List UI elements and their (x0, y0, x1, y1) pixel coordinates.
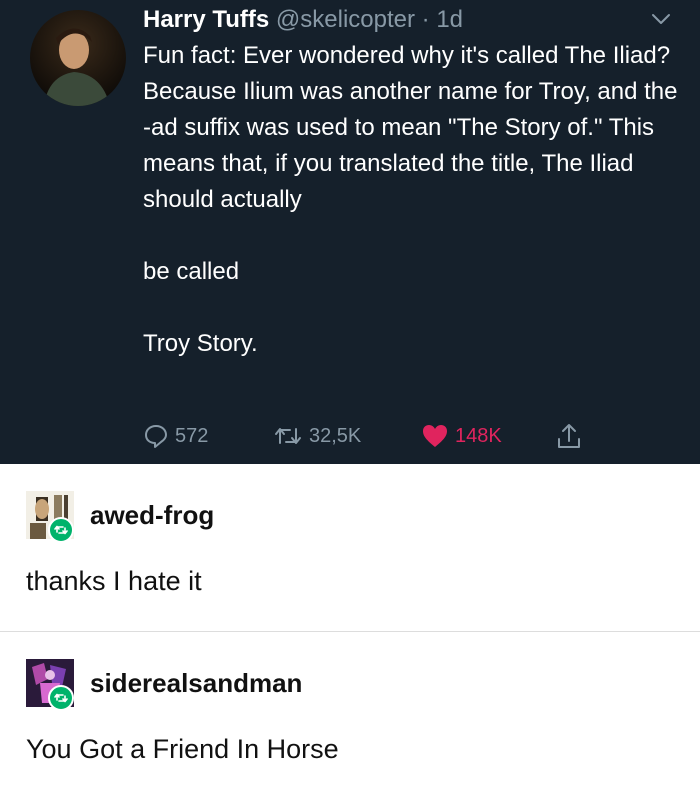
heart-icon (423, 425, 447, 447)
time-separator: · (415, 6, 437, 33)
share-button[interactable] (555, 418, 583, 454)
tweet-paragraph: Troy Story. (143, 330, 258, 357)
retweet-icon (275, 428, 301, 444)
post-text: You Got a Friend In Horse (26, 734, 339, 764)
tweet-timestamp[interactable]: 1d (436, 6, 463, 33)
tweet-paragraph: Fun fact: Ever wondered why it's called … (143, 42, 678, 213)
retweet-count: 32,5K (309, 424, 362, 447)
tweet-text: Fun fact: Ever wondered why it's called … (143, 38, 683, 362)
chevron-down-icon[interactable] (649, 10, 673, 28)
tweet-header: Harry Tuffs @skelicopter · 1d (143, 4, 463, 36)
tweet-card: Harry Tuffs @skelicopter · 1d Fun fact: … (0, 0, 700, 464)
reply-count: 572 (175, 424, 209, 447)
purple-avatar-icon[interactable] (26, 659, 74, 711)
author-handle[interactable]: @skelicopter (276, 6, 415, 33)
author-name[interactable]: Harry Tuffs (143, 6, 269, 33)
like-button[interactable]: 148K (421, 418, 502, 454)
share-icon (558, 424, 580, 448)
reply-icon (145, 425, 167, 448)
post-username[interactable]: siderealsandman (90, 668, 302, 698)
frog-avatar-icon[interactable] (26, 491, 74, 543)
retweet-button[interactable]: 32,5K (273, 418, 361, 454)
tweet-paragraph: be called (143, 258, 240, 285)
reblog-post: awed-frog thanks I hate it (0, 464, 700, 632)
tweet-actions: 572 32,5K 148K (143, 418, 683, 454)
reblog-icon (48, 517, 74, 543)
reply-button[interactable]: 572 (143, 418, 208, 454)
profile-avatar[interactable] (30, 10, 126, 106)
reblog-post: siderealsandman You Got a Friend In Hors… (0, 632, 700, 799)
post-username[interactable]: awed-frog (90, 500, 214, 530)
reblog-icon (48, 685, 74, 711)
like-count: 148K (455, 424, 502, 447)
post-text: thanks I hate it (26, 566, 202, 596)
